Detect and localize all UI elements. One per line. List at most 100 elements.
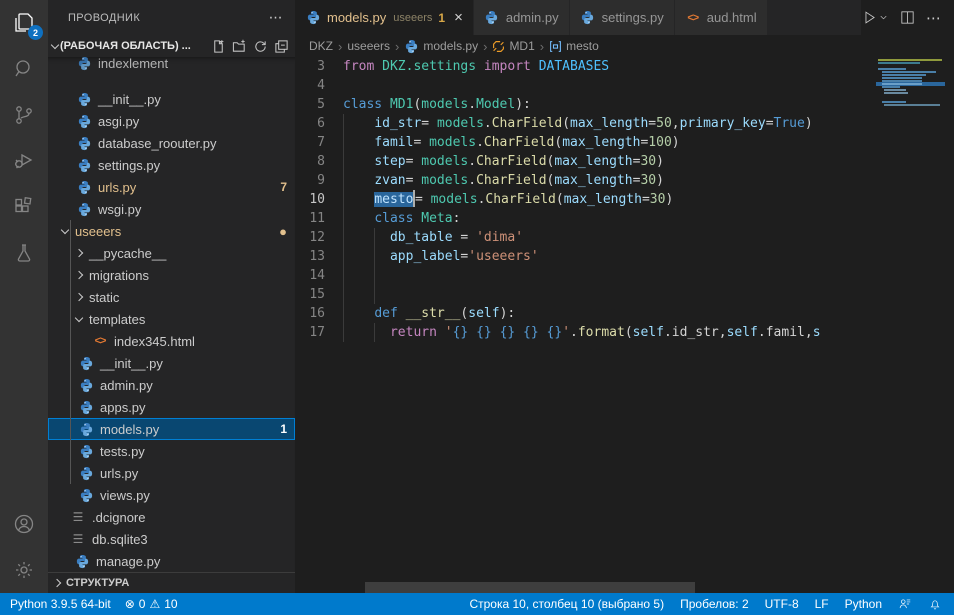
activitybar-account[interactable] (0, 501, 48, 547)
tree-item-tests.py[interactable]: tests.py (48, 440, 295, 462)
tree-item-__pycache__[interactable]: __pycache__ (48, 242, 295, 264)
symbol-field-icon (549, 40, 562, 53)
tree-item-models.py[interactable]: models.py1 (48, 418, 295, 440)
explorer-more-actions-icon[interactable]: ⋯ (269, 9, 283, 26)
line-number: 13 (295, 247, 343, 266)
minimap-row (878, 68, 943, 70)
token: = (453, 230, 476, 245)
status-language-mode[interactable]: Python (845, 597, 882, 611)
breadcrumb-mesto[interactable]: mesto (549, 39, 599, 53)
new-folder-icon[interactable] (232, 39, 247, 54)
workspace-section-header[interactable]: (РАБОЧАЯ ОБЛАСТЬ) ... (48, 35, 295, 57)
minimap[interactable] (878, 59, 943, 107)
token: True (774, 116, 805, 131)
status-bell-icon[interactable] (928, 597, 942, 611)
tab-settings.py[interactable]: settings.py (570, 0, 675, 35)
code-line-14[interactable]: 14 (295, 266, 954, 285)
code-line-6[interactable]: 6 id_str= models.CharField(max_length=50… (295, 114, 954, 133)
status-python-interpreter[interactable]: Python 3.9.5 64-bit (10, 597, 111, 611)
tree-item-wsgi.py[interactable]: wsgi.py (48, 198, 295, 220)
status-encoding[interactable]: UTF-8 (765, 597, 799, 611)
breadcrumb-models.py[interactable]: models.py (404, 39, 478, 54)
tree-item-manage.py[interactable]: manage.py (48, 550, 295, 572)
activitybar-source-control[interactable] (0, 92, 48, 138)
minimap-row (878, 101, 943, 103)
tree-item-urls.py[interactable]: urls.py7 (48, 176, 295, 198)
tree-item-asgi.py[interactable]: asgi.py (48, 110, 295, 132)
token: CharField (476, 154, 546, 169)
tree-item-database_roouter.py[interactable]: database_roouter.py (48, 132, 295, 154)
breadcrumb-useeers[interactable]: useeers (347, 39, 390, 53)
close-icon[interactable]: × (454, 10, 463, 25)
status-feedback-icon[interactable] (898, 597, 912, 611)
activitybar-testing[interactable] (0, 230, 48, 276)
code-line-17[interactable]: 17 return '{} {} {} {} {}'.format(self.i… (295, 323, 954, 342)
code-line-12[interactable]: 12 db_table = 'dima' (295, 228, 954, 247)
more-actions-icon[interactable]: ⋯ (926, 9, 942, 27)
activitybar-settings-gear[interactable] (0, 547, 48, 593)
split-editor-icon (899, 9, 916, 26)
code-line-8[interactable]: 8 step= models.CharField(max_length=30) (295, 152, 954, 171)
breadcrumb-DKZ[interactable]: DKZ (309, 39, 333, 53)
line-number: 17 (295, 323, 343, 342)
tab-aud.html[interactable]: <>aud.html (675, 0, 768, 35)
tree-item-admin.py[interactable]: admin.py (48, 374, 295, 396)
line-content (343, 266, 954, 285)
tab-models.py[interactable]: models.pyuseeers1× (295, 0, 474, 35)
tree-item-static[interactable]: static (48, 286, 295, 308)
tree-item-.dcignore[interactable]: ☰.dcignore (48, 506, 295, 528)
tree-item-apps.py[interactable]: apps.py (48, 396, 295, 418)
activitybar-run-debug[interactable] (0, 138, 48, 184)
code-line-4[interactable]: 4 (295, 76, 954, 95)
code-line-15[interactable]: 15 (295, 285, 954, 304)
tree-item-index345.html[interactable]: <>index345.html (48, 330, 295, 352)
code-line-16[interactable]: 16 def __str__(self): (295, 304, 954, 323)
code-line-11[interactable]: 11 class Meta: (295, 209, 954, 228)
code-line-5[interactable]: 5class MD1(models.Model): (295, 95, 954, 114)
line-content: app_label='useeers' (343, 247, 954, 266)
modified-dot-badge: ● (279, 224, 287, 239)
collapse-all-icon[interactable] (274, 39, 289, 54)
status-eol[interactable]: LF (815, 597, 829, 611)
token: DKZ.settings (382, 59, 476, 74)
tree-item-templates[interactable]: templates (48, 308, 295, 330)
breadcrumb-MD1[interactable]: MD1 (492, 39, 534, 53)
tree-item-migrations[interactable]: migrations (48, 264, 295, 286)
status-cursor-position[interactable]: Строка 10, столбец 10 (выбрано 5) (469, 597, 664, 611)
tree-item-useeers[interactable]: useeers● (48, 220, 295, 242)
tree-item-settings.py[interactable]: settings.py (48, 154, 295, 176)
minimap-bar (884, 92, 908, 94)
activitybar-extensions[interactable] (0, 184, 48, 230)
indent-guide (343, 304, 344, 323)
code-line-13[interactable]: 13 app_label='useeers' (295, 247, 954, 266)
code-editor[interactable]: 3from DKZ.settings import DATABASES45cla… (295, 57, 954, 593)
status-problems[interactable]: ⊗0⚠10 (125, 597, 178, 611)
tree-item-indexlement[interactable]: indexlement (48, 57, 295, 74)
chevron-right-icon (75, 271, 83, 279)
activitybar-explorer[interactable]: 2 (0, 0, 48, 46)
new-file-icon[interactable] (211, 39, 226, 54)
activitybar-search[interactable] (0, 46, 48, 92)
horizontal-scrollbar[interactable] (365, 582, 695, 593)
refresh-icon[interactable] (253, 39, 268, 54)
tree-item-__init__.py[interactable]: __init__.py (48, 88, 295, 110)
code-line-7[interactable]: 7 famil= models.CharField(max_length=100… (295, 133, 954, 152)
code-line-9[interactable]: 9 zvan= models.CharField(max_length=30) (295, 171, 954, 190)
tree-item-urls.py[interactable]: urls.py (48, 462, 295, 484)
minimap-row (878, 104, 943, 106)
outline-section-header[interactable]: СТРУКТУРА (48, 572, 295, 593)
token (437, 325, 445, 340)
code-line-10[interactable]: 10 mesto= models.CharField(max_length=30… (295, 190, 954, 209)
status-indentation[interactable]: Пробелов: 2 (680, 597, 749, 611)
tree-item-db.sqlite3[interactable]: ☰db.sqlite3 (48, 528, 295, 550)
tab-admin.py[interactable]: admin.py (474, 0, 570, 35)
tree-item-views.py[interactable]: views.py (48, 484, 295, 506)
token: : (453, 211, 461, 226)
code-line-3[interactable]: 3from DKZ.settings import DATABASES (295, 57, 954, 76)
run-button[interactable] (861, 9, 889, 26)
token: MD1 (390, 97, 413, 112)
tab-label: settings.py (602, 10, 664, 25)
split-editor-button[interactable] (899, 9, 916, 26)
tree-item-__init__.py[interactable]: __init__.py (48, 352, 295, 374)
line-number: 6 (295, 114, 343, 133)
